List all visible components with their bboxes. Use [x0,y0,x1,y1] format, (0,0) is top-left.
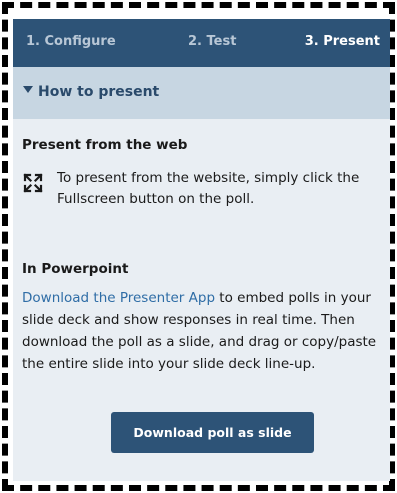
step-tabs: 1. Configure 2. Test 3. Present [13,19,390,67]
download-poll-as-slide-button[interactable]: Download poll as slide [111,412,314,453]
web-section-title: Present from the web [22,137,188,153]
fullscreen-icon [23,173,43,193]
how-to-present-accordion[interactable]: How to present [13,67,390,119]
caret-down-icon [23,86,33,93]
tab-present[interactable]: 3. Present [305,19,380,67]
accordion-title: How to present [38,84,160,100]
download-presenter-app-link[interactable]: Download the Presenter App [22,290,215,306]
tab-test[interactable]: 2. Test [188,19,236,67]
web-section-text: To present from the website, simply clic… [57,170,360,207]
present-panel: 1. Configure 2. Test 3. Present How to p… [13,19,390,481]
powerpoint-section-text: Download the Presenter App to embed poll… [22,287,388,375]
tab-configure[interactable]: 1. Configure [26,19,116,67]
powerpoint-section-title: In Powerpoint [22,261,129,277]
